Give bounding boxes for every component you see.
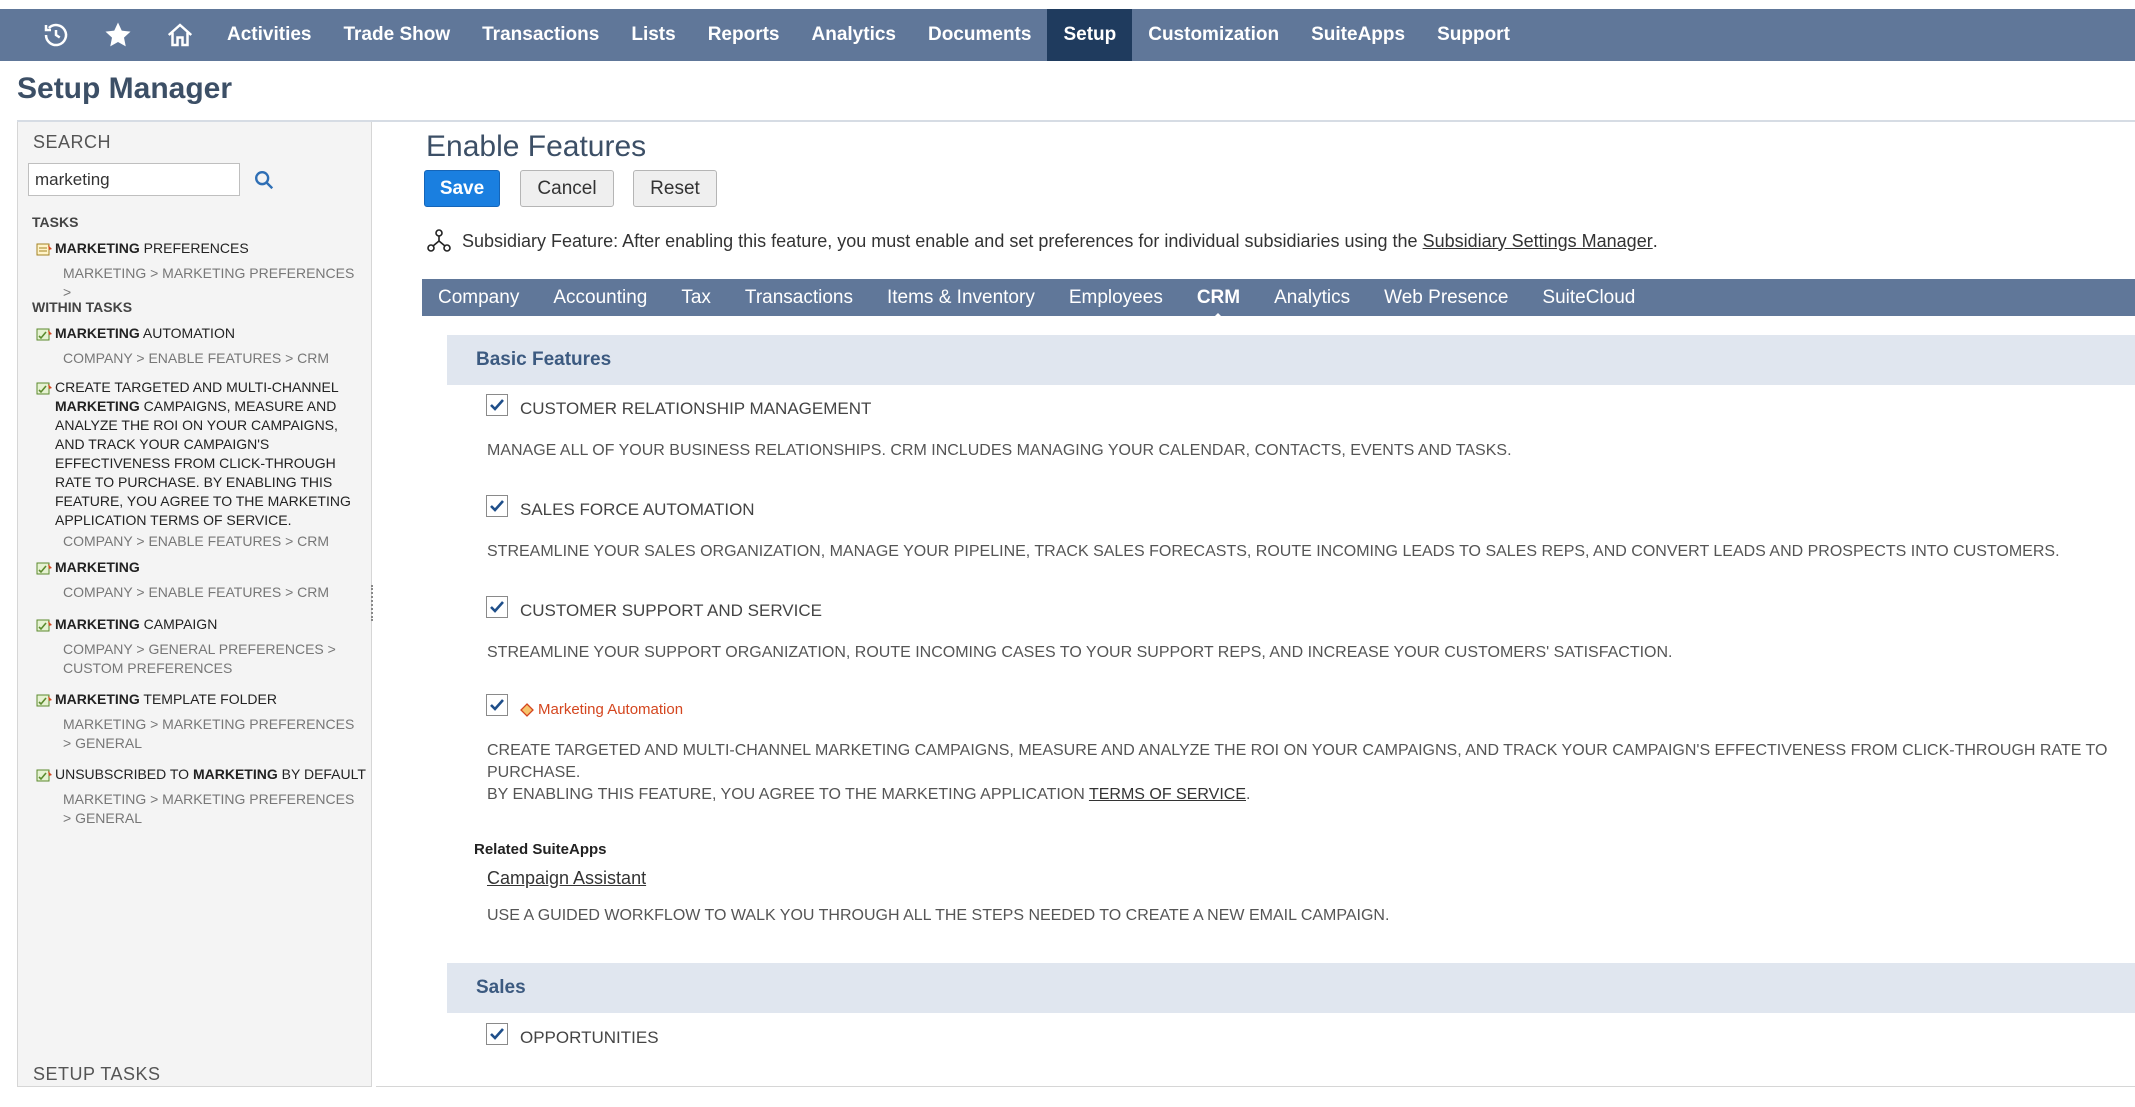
crm-checkbox[interactable] bbox=[486, 394, 508, 416]
marketing-automation-checkbox[interactable] bbox=[486, 694, 508, 716]
checkmark-icon bbox=[490, 601, 504, 613]
marketing-automation-label: Marketing Automation bbox=[520, 701, 683, 718]
within-result[interactable]: MARKETING CAMPAIGN COMPANY > GENERAL PRE… bbox=[36, 615, 366, 678]
sfa-label: SALES FORCE AUTOMATION bbox=[520, 500, 755, 519]
opportunities-label: OPPORTUNITIES bbox=[520, 1028, 659, 1047]
result-path: COMPANY > ENABLE FEATURES > CRM bbox=[63, 584, 330, 600]
within-result[interactable]: CREATE TARGETED AND MULTI-CHANNEL MARKET… bbox=[36, 378, 366, 551]
nav-suiteapps[interactable]: SuiteApps bbox=[1295, 9, 1421, 61]
sfa-checkbox[interactable] bbox=[486, 495, 508, 517]
top-navigation-bar: Activities Trade Show Transactions Lists… bbox=[0, 9, 2135, 61]
terms-of-service-link[interactable]: TERMS OF SERVICE bbox=[1089, 786, 1246, 803]
support-label: CUSTOMER SUPPORT AND SERVICE bbox=[520, 601, 822, 620]
result-path: COMPANY > ENABLE FEATURES > CRM bbox=[63, 533, 330, 549]
related-suiteapps-title: Related SuiteApps bbox=[474, 841, 607, 858]
reset-button[interactable]: Reset bbox=[633, 170, 717, 207]
tab-accounting[interactable]: Accounting bbox=[553, 287, 647, 309]
result-path: MARKETING > MARKETING PREFERENCES > bbox=[63, 265, 355, 300]
nav-documents[interactable]: Documents bbox=[912, 9, 1047, 61]
support-description: STREAMLINE YOUR SUPPORT ORGANIZATION, RO… bbox=[487, 644, 1673, 661]
tab-tax[interactable]: Tax bbox=[681, 287, 711, 309]
subsidiary-icon bbox=[427, 229, 451, 252]
cancel-button[interactable]: Cancel bbox=[520, 170, 614, 207]
tasks-heading: TASKS bbox=[32, 214, 79, 230]
tab-transactions[interactable]: Transactions bbox=[745, 287, 853, 309]
page-title: Setup Manager bbox=[17, 72, 233, 105]
marketing-automation-description: CREATE TARGETED AND MULTI-CHANNEL MARKET… bbox=[487, 742, 2108, 803]
nav-trade-show[interactable]: Trade Show bbox=[327, 9, 466, 61]
campaign-assistant-description: USE A GUIDED WORKFLOW TO WALK YOU THROUG… bbox=[487, 907, 1390, 924]
tab-company[interactable]: Company bbox=[438, 287, 519, 309]
enable-features-title: Enable Features bbox=[426, 130, 647, 163]
content-bottom-border bbox=[376, 1086, 2135, 1087]
nav-reports[interactable]: Reports bbox=[692, 9, 796, 61]
crm-label: CUSTOMER RELATIONSHIP MANAGEMENT bbox=[520, 399, 872, 418]
subsidiary-note-end: . bbox=[1652, 230, 1658, 251]
edit-task-icon bbox=[36, 769, 52, 782]
tab-web-presence[interactable]: Web Presence bbox=[1384, 287, 1508, 309]
result-path: COMPANY > ENABLE FEATURES > CRM bbox=[63, 350, 330, 366]
crm-description: MANAGE ALL OF YOUR BUSINESS RELATIONSHIP… bbox=[487, 442, 1512, 459]
feature-subtabs: Company Accounting Tax Transactions Item… bbox=[422, 279, 2135, 320]
nav-setup[interactable]: Setup bbox=[1047, 9, 1133, 61]
checkmark-icon bbox=[490, 1028, 504, 1040]
task-result[interactable]: MARKETING PREFERENCES MARKETING > MARKET… bbox=[36, 239, 366, 302]
within-result[interactable]: MARKETING COMPANY > ENABLE FEATURES > CR… bbox=[36, 558, 366, 602]
nav-activities[interactable]: Activities bbox=[211, 9, 327, 61]
checkmark-icon bbox=[490, 699, 504, 711]
support-checkbox[interactable] bbox=[486, 596, 508, 618]
within-result[interactable]: UNSUBSCRIBED TO MARKETING BY DEFAULT MAR… bbox=[36, 765, 366, 828]
checkmark-icon bbox=[490, 500, 504, 512]
star-icon[interactable] bbox=[87, 9, 149, 61]
within-tasks-heading: WITHIN TASKS bbox=[32, 299, 133, 315]
within-result[interactable]: MARKETING AUTOMATION COMPANY > ENABLE FE… bbox=[36, 324, 366, 368]
home-icon[interactable] bbox=[149, 9, 211, 61]
search-input[interactable] bbox=[28, 163, 240, 196]
save-button[interactable]: Save bbox=[424, 170, 500, 207]
task-page-icon bbox=[36, 243, 52, 256]
tab-crm[interactable]: CRM bbox=[1197, 287, 1240, 320]
search-title: SEARCH bbox=[33, 132, 112, 152]
section-sales: Sales bbox=[447, 963, 2135, 1013]
tab-suitecloud[interactable]: SuiteCloud bbox=[1542, 287, 1635, 309]
recent-records-icon[interactable] bbox=[25, 9, 87, 61]
result-path: COMPANY > GENERAL PREFERENCES > CUSTOM P… bbox=[63, 641, 336, 676]
opportunities-checkbox[interactable] bbox=[486, 1023, 508, 1045]
result-path: MARKETING > MARKETING PREFERENCES > GENE… bbox=[63, 791, 355, 826]
subsidiary-note-text: Subsidiary Feature: After enabling this … bbox=[462, 230, 1418, 251]
subsidiary-feature-note: Subsidiary Feature: After enabling this … bbox=[426, 228, 1658, 254]
tab-items-inventory[interactable]: Items & Inventory bbox=[887, 287, 1035, 309]
panel-resize-handle[interactable] bbox=[371, 585, 375, 621]
edit-task-icon bbox=[36, 619, 52, 632]
nav-support[interactable]: Support bbox=[1421, 9, 1526, 61]
tab-analytics[interactable]: Analytics bbox=[1274, 287, 1350, 309]
nav-analytics[interactable]: Analytics bbox=[796, 9, 912, 61]
checkmark-icon bbox=[490, 399, 504, 411]
sfa-description: STREAMLINE YOUR SALES ORGANIZATION, MANA… bbox=[487, 543, 2060, 560]
tab-employees[interactable]: Employees bbox=[1069, 287, 1163, 309]
campaign-assistant-link[interactable]: Campaign Assistant bbox=[487, 868, 646, 889]
highlight-diamond-icon bbox=[520, 702, 534, 717]
section-basic-features: Basic Features bbox=[447, 335, 2135, 385]
edit-task-icon bbox=[36, 382, 52, 395]
setup-tasks-title[interactable]: SETUP TASKS bbox=[33, 1064, 161, 1085]
within-result[interactable]: MARKETING TEMPLATE FOLDER MARKETING > MA… bbox=[36, 690, 366, 753]
edit-task-icon bbox=[36, 562, 52, 575]
edit-task-icon bbox=[36, 694, 52, 707]
subsidiary-settings-link[interactable]: Subsidiary Settings Manager bbox=[1423, 231, 1653, 252]
nav-lists[interactable]: Lists bbox=[615, 9, 691, 61]
result-path: MARKETING > MARKETING PREFERENCES > GENE… bbox=[63, 716, 355, 751]
nav-transactions[interactable]: Transactions bbox=[466, 9, 615, 61]
setup-search-panel: SEARCH TASKS MARKETING PREFERENCES MARKE… bbox=[17, 122, 372, 1087]
edit-task-icon bbox=[36, 328, 52, 341]
search-icon[interactable] bbox=[249, 165, 279, 195]
nav-customization[interactable]: Customization bbox=[1132, 9, 1295, 61]
